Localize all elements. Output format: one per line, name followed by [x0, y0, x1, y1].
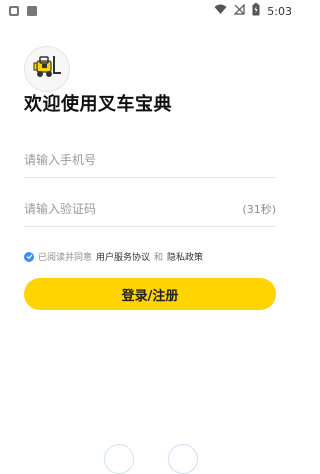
status-left	[8, 2, 38, 21]
status-bar: 5:03	[0, 0, 300, 22]
third-party-login-icon-right[interactable]	[168, 444, 198, 474]
verification-code-input[interactable]	[24, 201, 243, 216]
status-time: 5:03	[267, 4, 292, 18]
third-party-login-icon-left[interactable]	[104, 444, 134, 474]
login-register-button[interactable]: 登录/注册	[24, 278, 276, 310]
app-notification-icon	[8, 2, 20, 21]
agreement-and: 和	[154, 253, 164, 263]
phone-field-container	[24, 142, 276, 178]
welcome-title: 欢迎使用叉车宝典	[24, 94, 172, 115]
agreement-checkbox[interactable]	[24, 251, 34, 262]
forklift-logo-icon	[31, 54, 63, 84]
no-signal-icon	[233, 3, 245, 18]
resend-countdown[interactable]: (31秒)	[242, 201, 276, 217]
agreement-row: 已阅读并同意 用户服务协议 和 隐私政策	[24, 250, 203, 263]
user-agreement-link[interactable]: 用户服务协议	[96, 250, 150, 263]
battery-charging-icon	[252, 3, 260, 19]
wifi-icon	[214, 4, 227, 18]
status-right: 5:03	[214, 3, 292, 19]
screenshot-notification-icon	[26, 2, 38, 21]
phone-input[interactable]	[24, 152, 276, 167]
code-field-container: (31秒)	[24, 191, 276, 227]
app-logo	[24, 46, 70, 92]
check-icon	[26, 254, 32, 260]
agreement-prefix: 已阅读并同意	[38, 253, 93, 263]
privacy-policy-link[interactable]: 隐私政策	[167, 250, 203, 263]
